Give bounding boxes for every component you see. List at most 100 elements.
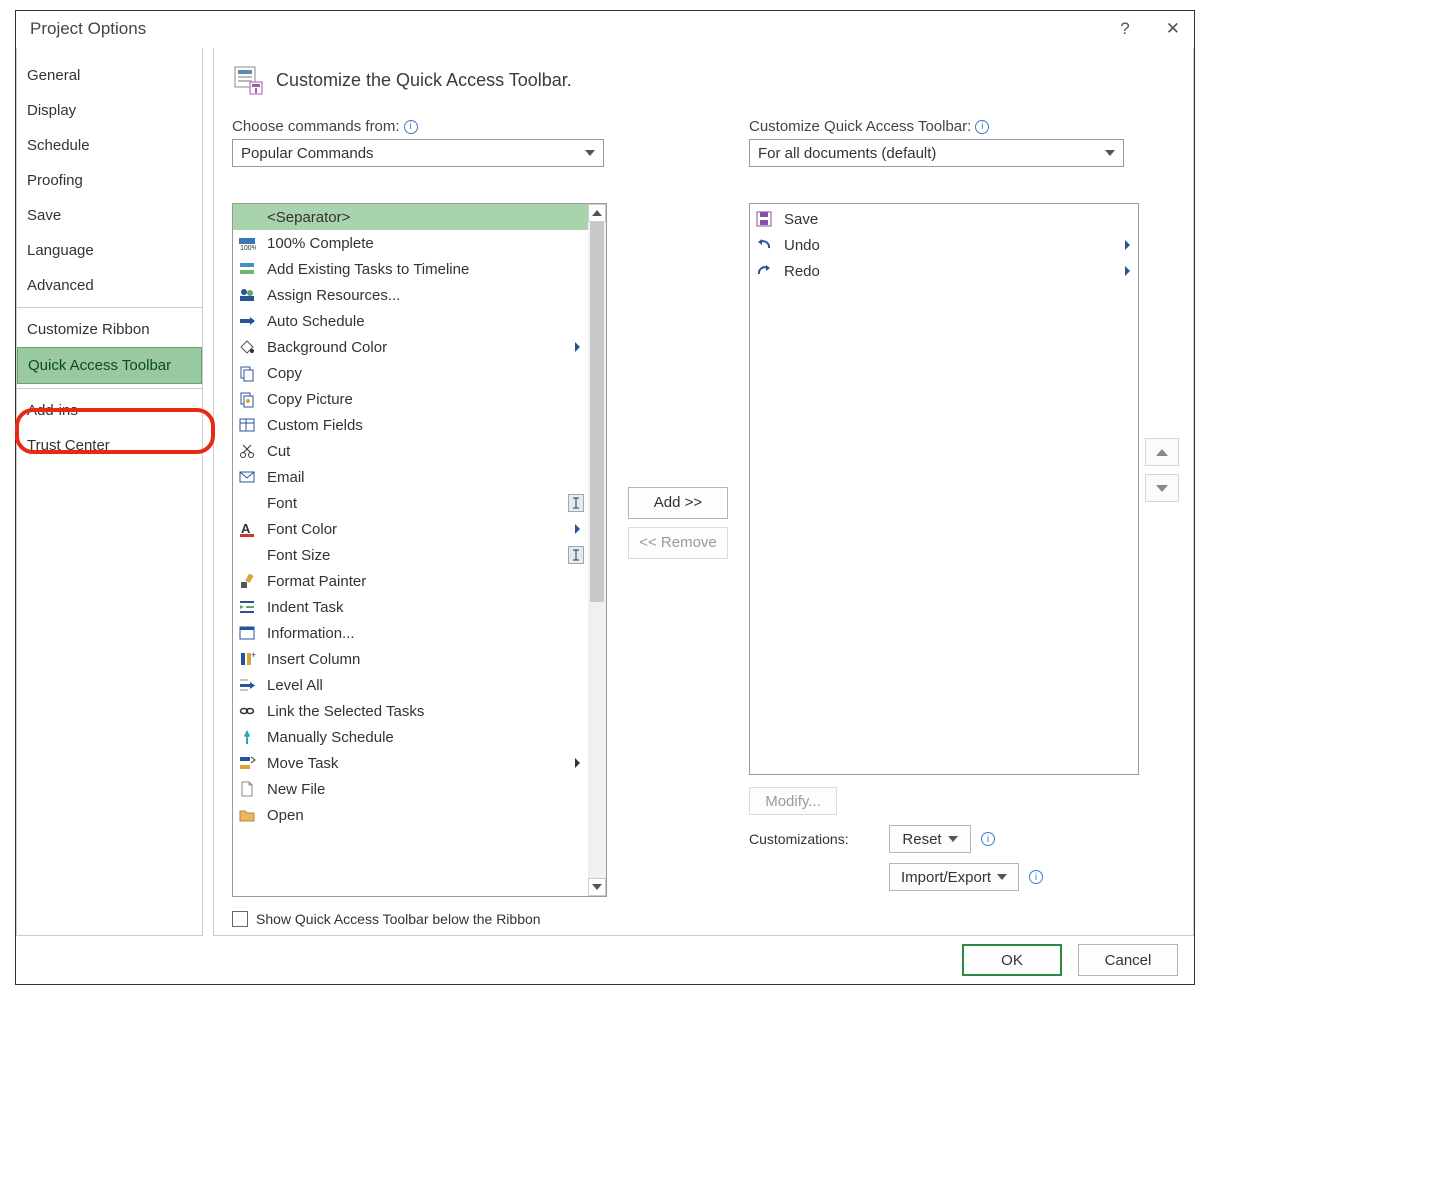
sidebar-item-display[interactable]: Display — [17, 93, 202, 128]
command-item[interactable]: Font — [233, 490, 588, 516]
command-label: Format Painter — [267, 573, 584, 590]
copypic-icon — [237, 390, 257, 408]
available-commands-listbox[interactable]: <Separator> 100% 100% Complete Add Existing… — [232, 203, 607, 897]
command-item[interactable]: Custom Fields — [233, 412, 588, 438]
copy-icon — [237, 364, 257, 382]
command-label: Font — [267, 495, 556, 512]
command-label: 100% Complete — [267, 235, 584, 252]
choose-commands-label: Choose commands from: i — [232, 118, 607, 135]
command-label: Manually Schedule — [267, 729, 584, 746]
command-item[interactable]: Copy Picture — [233, 386, 588, 412]
sidebar-item-schedule[interactable]: Schedule — [17, 128, 202, 163]
command-item[interactable]: <Separator> — [233, 204, 588, 230]
brush-icon — [237, 572, 257, 590]
command-item[interactable]: Open — [233, 802, 588, 828]
command-item[interactable]: +Insert Column — [233, 646, 588, 672]
customize-qat-dropdown[interactable]: For all documents (default) — [749, 139, 1124, 167]
command-item[interactable]: Copy — [233, 360, 588, 386]
command-label: Custom Fields — [267, 417, 584, 434]
svg-text:100%: 100% — [240, 245, 256, 252]
sidebar-item-trust-center[interactable]: Trust Center — [17, 428, 202, 463]
command-item[interactable]: Indent Task — [233, 594, 588, 620]
info-icon[interactable]: i — [404, 120, 418, 134]
sidebar-item-proofing[interactable]: Proofing — [17, 163, 202, 198]
command-item[interactable]: AFont Color — [233, 516, 588, 542]
modify-button[interactable]: Modify... — [749, 787, 837, 815]
command-label: Cut — [267, 443, 584, 460]
sidebar-item-add-ins[interactable]: Add-ins — [17, 393, 202, 428]
sidebar-item-general[interactable]: General — [17, 58, 202, 93]
panel-heading-text: Customize the Quick Access Toolbar. — [276, 70, 572, 91]
redo-icon — [754, 262, 774, 280]
current-commands-listbox[interactable]: Save Undo Redo — [749, 203, 1139, 775]
ok-button[interactable]: OK — [962, 944, 1062, 976]
command-item[interactable]: Undo — [750, 232, 1138, 258]
level-icon — [237, 676, 257, 694]
show-qat-below-ribbon-checkbox[interactable] — [232, 911, 248, 927]
reset-button[interactable]: Reset — [889, 825, 971, 853]
command-label: New File — [267, 781, 584, 798]
cut-icon — [237, 442, 257, 460]
command-item[interactable]: Link the Selected Tasks — [233, 698, 588, 724]
titlebar: Project Options ? ✕ — [16, 11, 1194, 47]
sidebar-item-quick-access-toolbar[interactable]: Quick Access Toolbar — [17, 347, 202, 384]
command-label: Save — [784, 211, 1134, 228]
command-item[interactable]: Assign Resources... — [233, 282, 588, 308]
submenu-indicator-icon — [570, 342, 584, 352]
choose-commands-dropdown[interactable]: Popular Commands — [232, 139, 604, 167]
scrollbar[interactable] — [588, 204, 606, 896]
command-item[interactable]: Save — [750, 206, 1138, 232]
command-item[interactable]: Background Color — [233, 334, 588, 360]
move-down-button[interactable] — [1145, 474, 1179, 502]
command-item[interactable]: Move Task — [233, 750, 588, 776]
customizations-label: Customizations: — [749, 831, 879, 847]
blank-icon — [237, 546, 257, 564]
help-icon[interactable]: ? — [1120, 19, 1129, 39]
newfile-icon — [237, 780, 257, 798]
command-item[interactable]: Cut — [233, 438, 588, 464]
undo-icon — [754, 236, 774, 254]
sidebar: GeneralDisplayScheduleProofingSaveLangua… — [16, 48, 203, 936]
info-icon[interactable]: i — [981, 832, 995, 846]
submenu-indicator-icon — [570, 758, 584, 768]
sidebar-item-customize-ribbon[interactable]: Customize Ribbon — [17, 312, 202, 347]
import-export-button[interactable]: Import/Export — [889, 863, 1019, 891]
command-item[interactable]: Manually Schedule — [233, 724, 588, 750]
indent-icon — [237, 598, 257, 616]
command-item[interactable]: Font Size — [233, 542, 588, 568]
remove-button[interactable]: << Remove — [628, 527, 728, 559]
command-label: Font Size — [267, 547, 556, 564]
command-item[interactable]: Auto Schedule — [233, 308, 588, 334]
command-label: Redo — [784, 263, 1110, 280]
command-item[interactable]: Email — [233, 464, 588, 490]
command-label: Add Existing Tasks to Timeline — [267, 261, 584, 278]
bucket-icon — [237, 338, 257, 356]
command-item[interactable]: Information... — [233, 620, 588, 646]
command-label: Level All — [267, 677, 584, 694]
cancel-button[interactable]: Cancel — [1078, 944, 1178, 976]
command-label: Background Color — [267, 339, 560, 356]
sidebar-item-language[interactable]: Language — [17, 233, 202, 268]
command-item[interactable]: Format Painter — [233, 568, 588, 594]
people-icon — [237, 286, 257, 304]
command-item[interactable]: Redo — [750, 258, 1138, 284]
command-label: Open — [267, 807, 584, 824]
add-button[interactable]: Add >> — [628, 487, 728, 519]
info-icon[interactable]: i — [1029, 870, 1043, 884]
command-label: <Separator> — [267, 209, 584, 226]
info-icon[interactable]: i — [975, 120, 989, 134]
sidebar-item-save[interactable]: Save — [17, 198, 202, 233]
command-item[interactable]: Level All — [233, 672, 588, 698]
command-item[interactable]: New File — [233, 776, 588, 802]
panel-heading-icon — [232, 64, 264, 96]
sidebar-item-advanced[interactable]: Advanced — [17, 268, 202, 303]
info-icon — [237, 624, 257, 642]
command-item[interactable]: 100% 100% Complete — [233, 230, 588, 256]
command-item[interactable]: Add Existing Tasks to Timeline — [233, 256, 588, 282]
insertcol-icon: + — [237, 650, 257, 668]
close-icon[interactable]: ✕ — [1166, 19, 1180, 39]
command-label: Assign Resources... — [267, 287, 584, 304]
panel-heading: Customize the Quick Access Toolbar. — [232, 64, 1179, 96]
move-up-button[interactable] — [1145, 438, 1179, 466]
blank-icon — [237, 208, 257, 226]
